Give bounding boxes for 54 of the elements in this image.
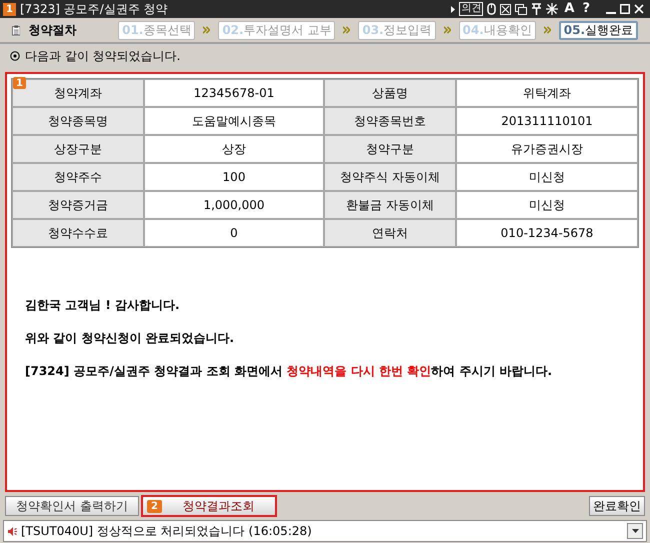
label-cell: 연락처 — [324, 219, 456, 247]
label-cell: 상품명 — [324, 79, 456, 107]
label-cell: 청약증거금 — [12, 191, 144, 219]
section-title: 청약절차 — [28, 22, 78, 39]
button-badge: 2 — [147, 500, 162, 512]
result-button[interactable]: 2 청약결과조회 — [141, 495, 277, 517]
value-cell: 미신청 — [456, 163, 638, 191]
caret-icon[interactable] — [451, 6, 456, 12]
value-cell: 도움말예시종목 — [144, 107, 324, 135]
toolbar-button[interactable]: A — [562, 2, 576, 16]
complete-button[interactable]: 완료확인 — [589, 496, 645, 516]
opinion-button[interactable]: 의견 — [459, 2, 484, 16]
pin-icon[interactable] — [531, 3, 542, 15]
value-cell: 유가증권시장 — [456, 135, 638, 163]
value-cell: 201311110101 — [456, 107, 638, 135]
notice-text: 다음과 같이 청약되었습니다. — [25, 48, 180, 65]
message-text: [7324] 공모주/실권주 청약결과 조회 화면에서 청약내역을 다시 한번 확인하여 주시기 바랍니다. — [25, 363, 554, 380]
label-cell: 청약종목명 — [12, 107, 144, 135]
window-title: [7323] 공모주/실권주 청약 — [20, 1, 168, 18]
value-cell: 미신청 — [456, 191, 638, 219]
label-cell: 청약주수 — [12, 163, 144, 191]
target-icon[interactable] — [10, 51, 20, 61]
message-text: 김한국 고객님 ! 감사합니다. — [25, 297, 181, 314]
status-message: [TSUT040U] 정상적으로 처리되었습니다 (16:05:28) — [21, 523, 313, 540]
dropdown-button[interactable] — [627, 523, 643, 539]
box-x-icon[interactable] — [500, 4, 512, 14]
print-button[interactable]: 청약확인서 출력하기 — [5, 496, 139, 516]
mouse-icon[interactable] — [487, 3, 496, 15]
message-text: 위와 같이 청약신청이 완료되었습니다. — [25, 330, 236, 347]
value-cell: 0 — [144, 219, 324, 247]
label-cell: 상장구분 — [12, 135, 144, 163]
label-cell: 청약구분 — [324, 135, 456, 163]
label-cell: 청약주식 자동이체 — [324, 163, 456, 191]
toolbar-button[interactable]: ? — [580, 2, 592, 16]
value-cell: 상장 — [144, 135, 324, 163]
label-cell: 청약수수료 — [12, 219, 144, 247]
windows-icon[interactable] — [515, 4, 528, 14]
speaker-icon[interactable] — [8, 526, 17, 536]
value-cell: 12345678-01 — [144, 79, 324, 107]
value-cell: 010-1234-5678 — [456, 219, 638, 247]
close-icon[interactable] — [634, 4, 644, 14]
window-badge: 1 — [3, 2, 16, 16]
document-icon[interactable] — [12, 24, 20, 36]
asterisk-icon[interactable] — [546, 3, 558, 15]
label-cell: 환불금 자동이체 — [324, 191, 456, 219]
step-tab[interactable]: 05.실행완료 — [558, 20, 638, 40]
caret-icon[interactable] — [632, 529, 638, 533]
value-cell: 1,000,000 — [144, 191, 324, 219]
panel-badge: 1 — [13, 77, 26, 89]
label-cell: 청약종목번호 — [324, 107, 456, 135]
maximize-icon[interactable] — [620, 4, 630, 14]
button-label: 청약결과조회 — [182, 498, 256, 515]
value-cell: 위탁계좌 — [456, 79, 638, 107]
value-cell: 100 — [144, 163, 324, 191]
